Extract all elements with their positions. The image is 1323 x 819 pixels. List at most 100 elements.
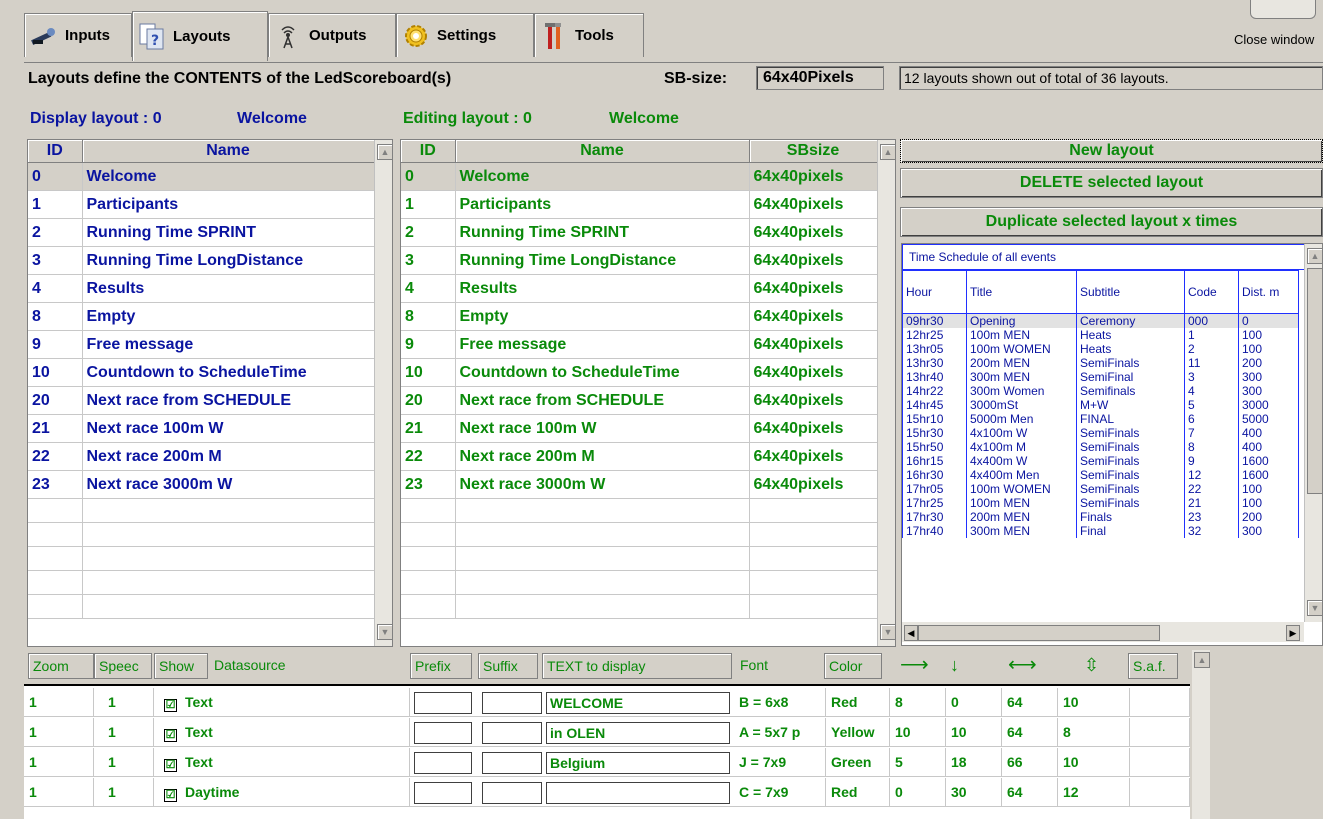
saf-cell[interactable] <box>1130 778 1190 806</box>
header-width[interactable]: ⟷ <box>1004 653 1041 679</box>
schedule-subtitle-cell[interactable]: Heats <box>1076 328 1185 342</box>
table-row[interactable]: 23 Next race 3000m W 64x40pixels <box>401 470 878 499</box>
schedule-title-cell[interactable]: 5000m Men <box>966 412 1077 426</box>
schedule-hour-cell[interactable]: 12hr25 <box>902 328 967 342</box>
layout-name-cell[interactable]: Results <box>455 274 750 303</box>
table-row[interactable]: 21 Next race 100m W <box>28 414 375 443</box>
schedule-header-hour[interactable]: Hour <box>902 270 967 314</box>
height-cell[interactable]: 10 <box>1058 688 1130 716</box>
table-row[interactable]: 23 Next race 3000m W <box>28 470 375 499</box>
schedule-title-cell[interactable]: 300m MEN <box>966 524 1077 538</box>
layout-id-cell[interactable]: 22 <box>28 442 83 471</box>
layout-sbsize-cell[interactable]: 64x40pixels <box>749 190 878 219</box>
schedule-distance-cell[interactable]: 3000 <box>1238 398 1299 412</box>
time-schedule-grid[interactable]: Time Schedule of all events Hour Title S… <box>901 243 1323 646</box>
layout-id-cell[interactable]: 10 <box>401 358 456 387</box>
schedule-hour-cell[interactable]: 16hr15 <box>902 454 967 468</box>
text-to-display-input[interactable] <box>546 782 730 804</box>
tab-inputs[interactable]: Inputs <box>24 13 132 57</box>
datasource-cell[interactable]: ☑ Daytime <box>154 778 410 806</box>
speed-cell[interactable]: 1 <box>94 748 154 776</box>
schedule-distance-cell[interactable]: 1600 <box>1238 454 1299 468</box>
schedule-subtitle-cell[interactable]: SemiFinals <box>1076 468 1185 482</box>
layout-id-cell[interactable]: 10 <box>28 358 83 387</box>
element-row[interactable]: 1 1 ☑ Text WELCOME B = 6x8 Red 8 0 64 10 <box>24 688 1190 717</box>
schedule-hour-cell[interactable]: 15hr50 <box>902 440 967 454</box>
layout-name-cell[interactable]: Next race 200m M <box>82 442 375 471</box>
table-row[interactable]: 3 Running Time LongDistance 64x40pixels <box>401 246 878 275</box>
header-x-position[interactable]: ⟶ <box>896 653 933 679</box>
table-row[interactable]: 0 Welcome 64x40pixels <box>401 162 878 191</box>
layout-name-cell[interactable]: Welcome <box>455 162 750 191</box>
schedule-title-cell[interactable]: 100m MEN <box>966 328 1077 342</box>
header-y-position[interactable]: ↓ <box>946 653 963 679</box>
height-cell[interactable]: 8 <box>1058 718 1130 746</box>
layout-id-cell[interactable]: 3 <box>28 246 83 275</box>
schedule-row[interactable]: 17hr25 100m MEN SemiFinals 21 100 <box>902 496 1299 510</box>
suffix-input[interactable] <box>482 782 542 804</box>
schedule-title-cell[interactable]: 4x400m W <box>966 454 1077 468</box>
editing-layout-grid[interactable]: ID Name SBsize 0 Welcome 64x40pixels 1 Parti… <box>400 139 896 647</box>
prefix-input[interactable] <box>414 782 472 804</box>
schedule-subtitle-cell[interactable]: SemiFinals <box>1076 454 1185 468</box>
font-cell[interactable]: B = 6x8 <box>734 688 826 716</box>
layout-name-cell[interactable]: Empty <box>455 302 750 331</box>
schedule-subtitle-cell[interactable]: SemiFinals <box>1076 440 1185 454</box>
y-position-cell[interactable]: 30 <box>946 778 1002 806</box>
show-checkbox[interactable]: ☑ <box>164 789 177 802</box>
zoom-cell[interactable]: 1 <box>24 718 94 746</box>
scroll-up-icon[interactable]: ▲ <box>1307 248 1322 264</box>
layout-name-cell[interactable]: Next race 3000m W <box>455 470 750 499</box>
suffix-input[interactable] <box>482 722 542 744</box>
schedule-code-cell[interactable]: 8 <box>1184 440 1239 454</box>
layout-sbsize-cell[interactable]: 64x40pixels <box>749 470 878 499</box>
table-row[interactable]: 4 Results 64x40pixels <box>401 274 878 303</box>
height-cell[interactable]: 12 <box>1058 778 1130 806</box>
table-row[interactable]: 3 Running Time LongDistance <box>28 246 375 275</box>
duplicate-layout-button[interactable]: Duplicate selected layout x times <box>900 207 1323 237</box>
scroll-thumb[interactable] <box>1307 268 1322 494</box>
layout-id-cell[interactable]: 21 <box>28 414 83 443</box>
table-row[interactable]: 1 Participants <box>28 190 375 219</box>
width-cell[interactable]: 66 <box>1002 748 1058 776</box>
header-zoom[interactable]: Zoom <box>28 653 94 679</box>
tab-layouts[interactable]: ? Layouts <box>132 11 268 61</box>
element-row[interactable]: 1 1 ☑ Daytime C = 7x9 Red 0 30 64 12 <box>24 778 1190 807</box>
prefix-input[interactable] <box>414 752 472 774</box>
table-row[interactable]: 9 Free message <box>28 330 375 359</box>
table-row[interactable]: 10 Countdown to ScheduleTime 64x40pixels <box>401 358 878 387</box>
layout-id-cell[interactable]: 20 <box>28 386 83 415</box>
width-cell[interactable]: 64 <box>1002 688 1058 716</box>
datasource-cell[interactable]: ☑ Text <box>154 748 410 776</box>
suffix-input[interactable] <box>482 692 542 714</box>
schedule-title-cell[interactable]: 4x100m W <box>966 426 1077 440</box>
table-row[interactable]: 1 Participants 64x40pixels <box>401 190 878 219</box>
schedule-hour-cell[interactable]: 17hr30 <box>902 510 967 524</box>
schedule-distance-cell[interactable]: 400 <box>1238 440 1299 454</box>
schedule-subtitle-cell[interactable]: Heats <box>1076 342 1185 356</box>
schedule-title-cell[interactable]: 100m WOMEN <box>966 342 1077 356</box>
schedule-code-cell[interactable]: 32 <box>1184 524 1239 538</box>
layout-sbsize-cell[interactable]: 64x40pixels <box>749 414 878 443</box>
schedule-hour-cell[interactable]: 13hr30 <box>902 356 967 370</box>
layout-id-cell[interactable]: 9 <box>401 330 456 359</box>
delete-layout-button[interactable]: DELETE selected layout <box>900 168 1323 198</box>
schedule-subtitle-cell[interactable]: Semifinals <box>1076 384 1185 398</box>
text-to-display-input[interactable]: in OLEN <box>546 722 730 744</box>
schedule-distance-cell[interactable]: 1600 <box>1238 468 1299 482</box>
column-header-sbsize[interactable]: SBsize <box>749 140 878 163</box>
header-text-to-display[interactable]: TEXT to display <box>542 653 732 679</box>
schedule-subtitle-cell[interactable]: M+W <box>1076 398 1185 412</box>
layout-id-cell[interactable]: 9 <box>28 330 83 359</box>
layout-id-cell[interactable]: 4 <box>28 274 83 303</box>
schedule-hour-cell[interactable]: 17hr25 <box>902 496 967 510</box>
schedule-header-title[interactable]: Title <box>966 270 1077 314</box>
layout-id-cell[interactable]: 0 <box>401 162 456 191</box>
schedule-row[interactable]: 17hr05 100m WOMEN SemiFinals 22 100 <box>902 482 1299 496</box>
layout-name-cell[interactable]: Next race 100m W <box>82 414 375 443</box>
schedule-hour-cell[interactable]: 09hr30 <box>902 313 967 328</box>
schedule-row[interactable]: 14hr45 3000mSt M+W 5 3000 <box>902 398 1299 412</box>
schedule-distance-cell[interactable]: 300 <box>1238 370 1299 384</box>
y-position-cell[interactable]: 18 <box>946 748 1002 776</box>
suffix-input[interactable] <box>482 752 542 774</box>
